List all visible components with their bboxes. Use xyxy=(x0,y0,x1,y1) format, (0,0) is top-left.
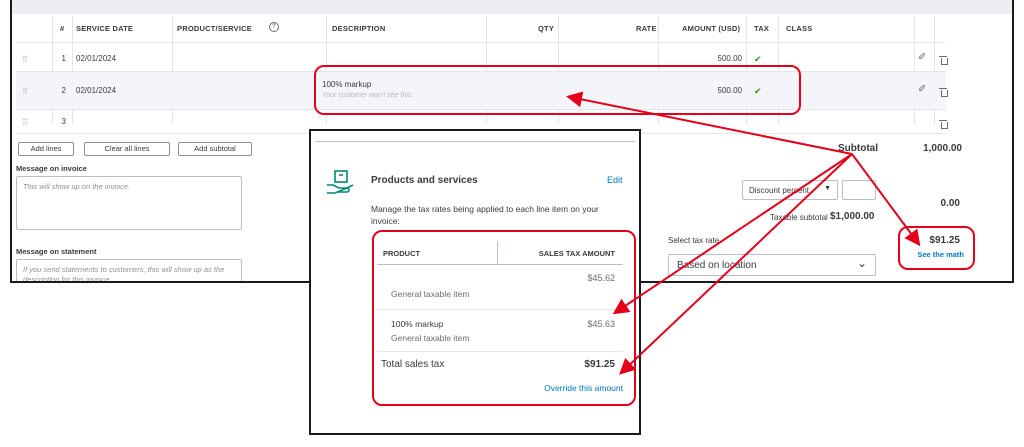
annotation-arrows xyxy=(566,91,921,375)
stage: # SERVICE DATE PRODUCT/SERVICE ? DESCRIP… xyxy=(0,0,1024,447)
